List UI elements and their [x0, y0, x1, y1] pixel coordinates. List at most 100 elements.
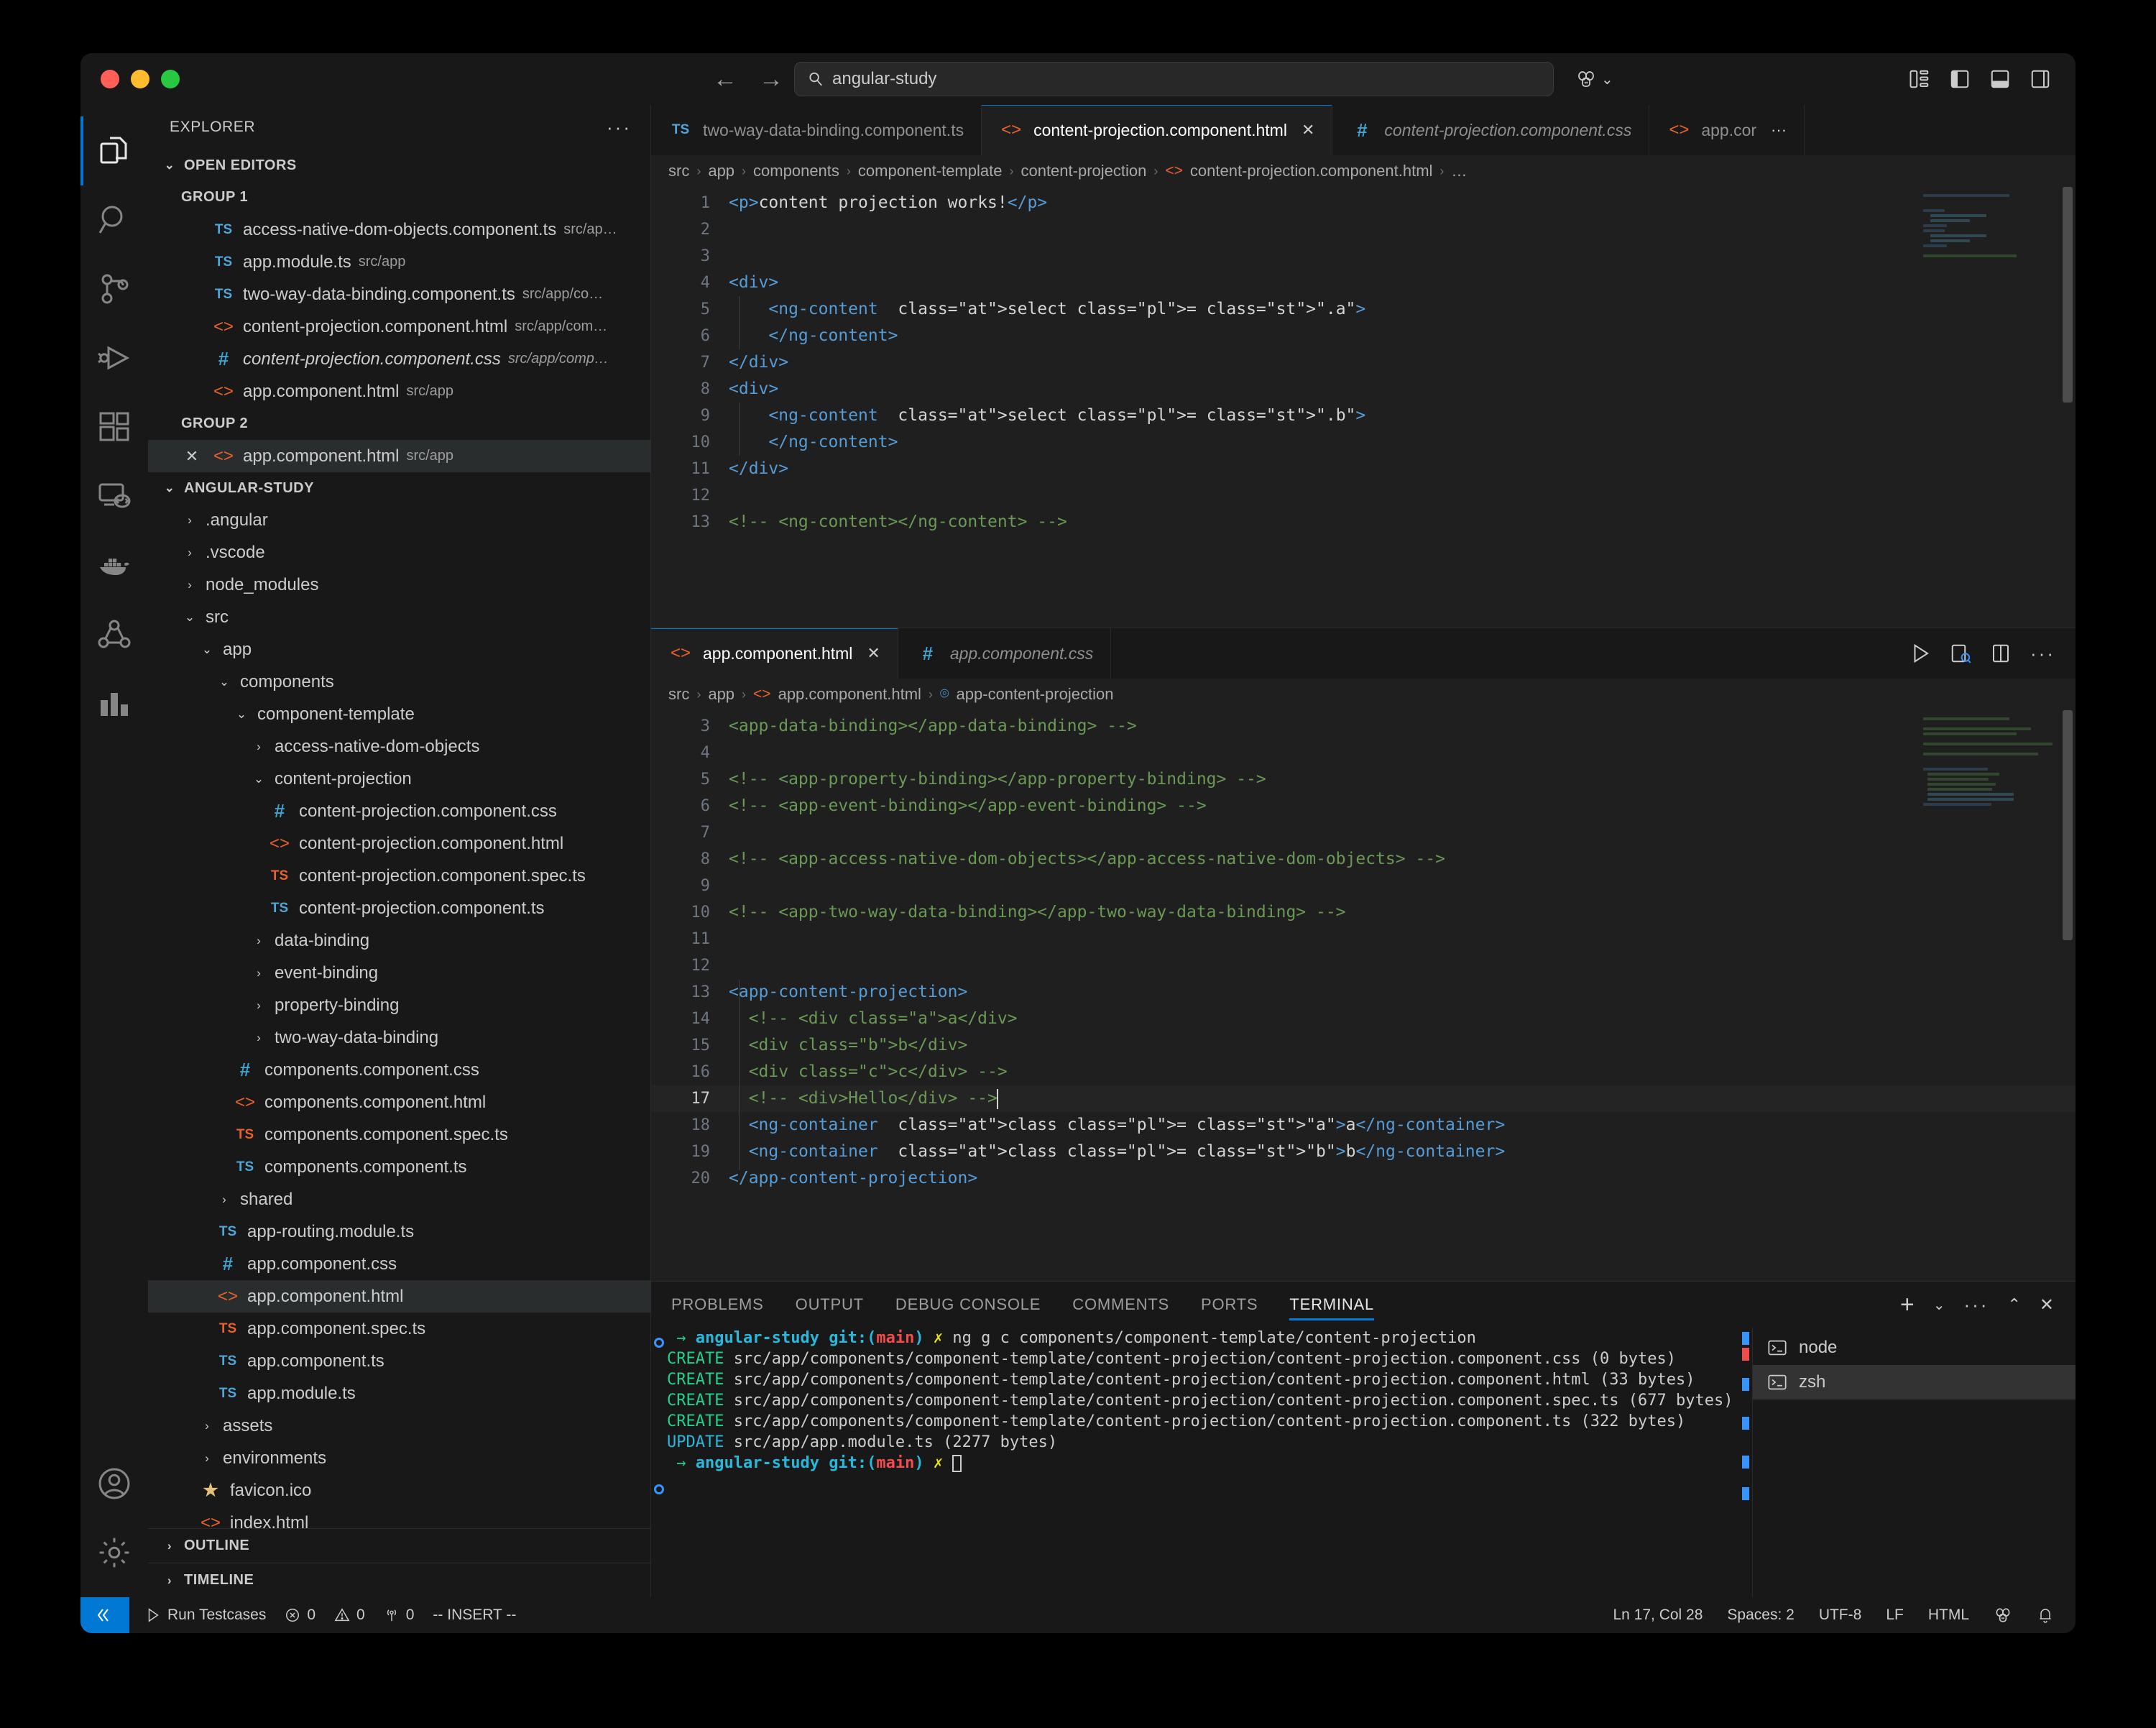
code-line[interactable]: 13<app-content-projection> [651, 979, 2076, 1006]
tree-folder-two-way-data-binding[interactable]: ›two-way-data-binding [148, 1021, 650, 1054]
tab-output[interactable]: OUTPUT [796, 1282, 864, 1328]
go-forward-icon[interactable]: → [759, 67, 783, 91]
code-line[interactable]: 10<!-- <app-two-way-data-binding></app-t… [651, 899, 2076, 926]
remote-accounts-chip[interactable]: ⌄ [1575, 68, 1613, 90]
editor-scrollbar-top[interactable] [2063, 187, 2073, 403]
open-editor-item[interactable]: TS two-way-data-binding.component.ts src… [148, 278, 650, 311]
activity-test-graph[interactable] [80, 599, 148, 668]
tab-ports[interactable]: PORTS [1201, 1282, 1258, 1328]
activity-extensions[interactable] [80, 392, 148, 461]
go-back-icon[interactable]: ← [713, 67, 737, 91]
breadcrumb-item[interactable]: src [668, 685, 689, 704]
status-cursor-position[interactable]: Ln 17, Col 28 [1613, 1607, 1703, 1624]
breadcrumb-item[interactable]: app-content-projection [957, 685, 1114, 704]
timeline-section[interactable]: › TIMELINE [148, 1563, 650, 1597]
tab-app-component-css[interactable]: # app.component.css [898, 628, 1111, 679]
tree-folder-environments[interactable]: ›environments [148, 1442, 650, 1474]
remote-window-button[interactable] [80, 1597, 129, 1633]
close-tab-icon[interactable]: ✕ [867, 644, 880, 663]
code-editor-top[interactable]: 1<p>content projection works!</p>234<div… [651, 187, 2076, 628]
tree-file-app.component.spec.ts[interactable]: TSapp.component.spec.ts [148, 1313, 650, 1345]
tree-folder-event-binding[interactable]: ›event-binding [148, 957, 650, 989]
terminal-text[interactable]: → angular-study git:(main) ✗ ng g c comp… [667, 1328, 1752, 1474]
tab-app-component-html-partial[interactable]: <> app.cor ··· [1649, 105, 1805, 155]
code-line[interactable]: 17 <!-- <div>Hello</div> --> [651, 1085, 2076, 1112]
open-editors-header[interactable]: ⌄ OPEN EDITORS [148, 150, 650, 181]
tab-debug-console[interactable]: DEBUG CONSOLE [895, 1282, 1041, 1328]
code-line[interactable]: 3<app-data-binding></app-data-binding> -… [651, 713, 2076, 740]
code-line[interactable]: 11 [651, 926, 2076, 952]
open-preview-icon[interactable] [1950, 643, 1971, 664]
code-line[interactable]: 1<p>content projection works!</p> [651, 190, 2076, 216]
tree-folder-app[interactable]: ⌄app [148, 633, 650, 666]
open-editor-item[interactable]: TS access-native-dom-objects.component.t… [148, 213, 650, 246]
code-line[interactable]: 5<!-- <app-property-binding></app-proper… [651, 766, 2076, 793]
tree-file-components.component.spec.ts[interactable]: TScomponents.component.spec.ts [148, 1118, 650, 1151]
toggle-panel-icon[interactable] [1989, 69, 2011, 89]
activity-remote-explorer[interactable] [80, 461, 148, 530]
tree-folder-src[interactable]: ⌄src [148, 601, 650, 633]
breadcrumb-item[interactable]: content-projection.component.html [1190, 162, 1433, 180]
code-line[interactable]: 9 <ng-content class="at">select class="p… [651, 403, 2076, 429]
workspace-folder-header[interactable]: ⌄ ANGULAR-STUDY [148, 472, 650, 504]
activity-source-control[interactable] [80, 254, 148, 323]
status-eol[interactable]: LF [1886, 1607, 1904, 1624]
tree-folder-angular.folder[interactable]: ›.angular [148, 504, 650, 536]
status-language-mode[interactable]: HTML [1928, 1607, 1969, 1624]
tree-file-favicon.ico[interactable]: ★favicon.ico [148, 1474, 650, 1507]
code-line[interactable]: 4<div> [651, 270, 2076, 296]
tree-file-content-projection.component.spec.ts[interactable]: TScontent-projection.component.spec.ts [148, 860, 650, 892]
maximize-window-button[interactable] [161, 70, 180, 88]
code-line[interactable]: 6<!-- <app-event-binding></app-event-bin… [651, 793, 2076, 819]
code-line[interactable]: 7 [651, 819, 2076, 846]
tree-file-index.html[interactable]: <>index.html [148, 1507, 650, 1528]
breadcrumb-item[interactable]: component-template [858, 162, 1003, 180]
close-window-button[interactable] [101, 70, 119, 88]
tree-file-content-projection.component.html[interactable]: <>content-projection.component.html [148, 827, 650, 860]
tree-folder-assets[interactable]: ›assets [148, 1410, 650, 1442]
code-line[interactable]: 13<!-- <ng-content></ng-content> --> [651, 509, 2076, 536]
activity-explorer[interactable] [80, 116, 148, 185]
layout-controls[interactable] [1909, 69, 2051, 89]
status-warnings[interactable]: 0 [334, 1607, 365, 1624]
breadcrumb-item[interactable]: src [668, 162, 689, 180]
code-line[interactable]: 6 </ng-content> [651, 323, 2076, 349]
chevron-down-icon[interactable]: ⌄ [1601, 70, 1613, 88]
breadcrumb-item[interactable]: content-projection [1021, 162, 1146, 180]
code-line[interactable]: 2 [651, 216, 2076, 243]
status-run-testcases[interactable]: Run Testcases [145, 1607, 266, 1624]
open-editor-item[interactable]: <> content-projection.component.html src… [148, 311, 650, 343]
code-line[interactable]: 11</div> [651, 456, 2076, 482]
code-line[interactable]: 18 <ng-container class="at">class class=… [651, 1112, 2076, 1139]
status-vim-mode[interactable]: -- INSERT -- [433, 1607, 516, 1624]
add-terminal-icon[interactable]: + [1900, 1295, 1915, 1314]
code-line[interactable]: 7</div> [651, 349, 2076, 376]
explorer-more-actions[interactable]: ··· [607, 116, 632, 139]
code-line[interactable]: 5 <ng-content class="at">select class="p… [651, 296, 2076, 323]
tree-file-components.component.css[interactable]: #components.component.css [148, 1054, 650, 1086]
activity-chart[interactable] [80, 668, 148, 737]
activity-search[interactable] [80, 185, 148, 254]
tree-file-content-projection.component.css[interactable]: #content-projection.component.css [148, 795, 650, 827]
open-editor-item[interactable]: TS app.module.ts src/app [148, 246, 650, 278]
code-line[interactable]: 8<!-- <app-access-native-dom-objects></a… [651, 846, 2076, 873]
tree-file-content-projection.component.ts[interactable]: TScontent-projection.component.ts [148, 892, 650, 924]
status-encoding[interactable]: UTF-8 [1819, 1607, 1862, 1624]
tree-folder-components[interactable]: ⌄components [148, 666, 650, 698]
tab-app-component-html[interactable]: <> app.component.html ✕ [651, 628, 898, 679]
breadcrumb-item[interactable]: app [708, 162, 734, 180]
copilot-icon[interactable] [1994, 1606, 2012, 1624]
command-center-search[interactable]: angular-study [794, 62, 1554, 96]
terminal-scrollbar[interactable] [1742, 1332, 1749, 1594]
more-actions-icon[interactable]: ··· [2030, 643, 2055, 665]
status-radio-tower[interactable]: 0 [384, 1607, 415, 1624]
breadcrumb-item[interactable]: app [708, 685, 734, 704]
tree-file-app.component.html[interactable]: <>app.component.html [148, 1280, 650, 1313]
activity-accounts[interactable] [80, 1449, 148, 1518]
tree-folder-node_modules[interactable]: ›node_modules [148, 569, 650, 601]
code-line[interactable]: 15 <div class="b">b</div> [651, 1032, 2076, 1059]
code-line[interactable]: 19 <ng-container class="at">class class=… [651, 1139, 2076, 1165]
tab-problems[interactable]: PROBLEMS [671, 1282, 764, 1328]
editor-scrollbar-bottom[interactable] [2063, 710, 2073, 940]
code-line[interactable]: 10 </ng-content> [651, 429, 2076, 456]
